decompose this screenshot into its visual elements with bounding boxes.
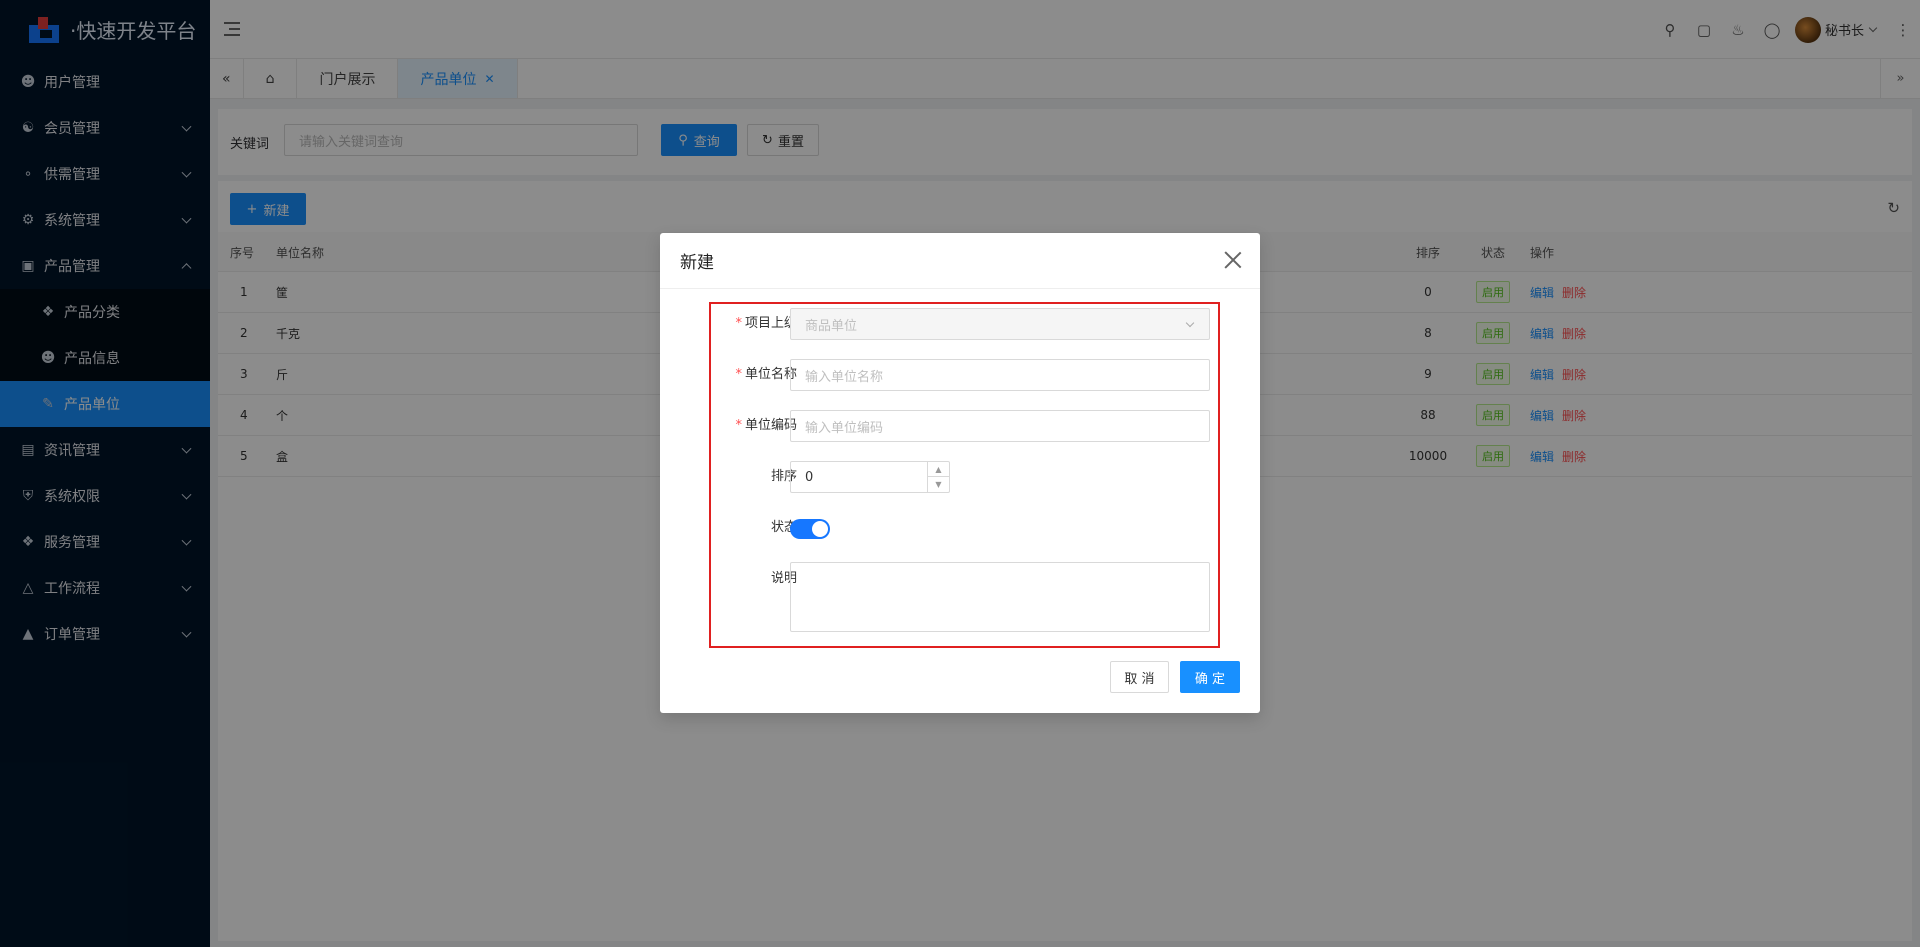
parent-select-value: 商品单位 — [805, 318, 858, 334]
form-row-status: 状态 — [660, 511, 1260, 545]
sort-number-input[interactable]: 0 ▲ ▼ — [790, 461, 950, 493]
close-icon[interactable] — [1222, 249, 1244, 271]
unit-code-input[interactable]: 输入单位编码 — [790, 410, 1210, 442]
parent-label: * 项目上级 — [735, 316, 797, 331]
chevron-up-icon[interactable]: ▲ — [928, 462, 949, 477]
chevron-down-icon — [1185, 318, 1195, 328]
modal-title: 新建 — [660, 233, 1260, 289]
form-row-sort: 排序 0 ▲ ▼ — [660, 460, 1260, 494]
cancel-button[interactable]: 取 消 — [1110, 661, 1169, 693]
code-label: * 单位编码 — [735, 418, 797, 433]
toggle-knob — [812, 521, 828, 537]
description-label: 说明 — [770, 571, 797, 586]
sort-label: 排序 — [770, 469, 797, 484]
confirm-button[interactable]: 确 定 — [1180, 661, 1240, 693]
sort-value: 0 — [805, 469, 814, 485]
unit-name-input[interactable]: 输入单位名称 — [790, 359, 1210, 391]
chevron-down-icon[interactable]: ▼ — [928, 477, 949, 492]
form-row-parent: * 项目上级 商品单位 — [660, 307, 1260, 341]
form-row-code: * 单位编码 输入单位编码 — [660, 409, 1260, 443]
form-row-description: 说明 — [660, 562, 1260, 632]
status-label: 状态 — [770, 520, 797, 535]
name-label: * 单位名称 — [735, 367, 797, 382]
status-toggle[interactable] — [790, 519, 830, 539]
parent-select[interactable]: 商品单位 — [790, 308, 1210, 340]
description-textarea[interactable] — [790, 562, 1210, 632]
form-row-name: * 单位名称 输入单位名称 — [660, 358, 1260, 392]
sort-stepper[interactable]: ▲ ▼ — [927, 462, 949, 492]
create-modal: 新建 * 项目上级 商品单位 * 单位名称 输入单位名称 * 单位编码 输入单位编码 … — [660, 233, 1260, 713]
